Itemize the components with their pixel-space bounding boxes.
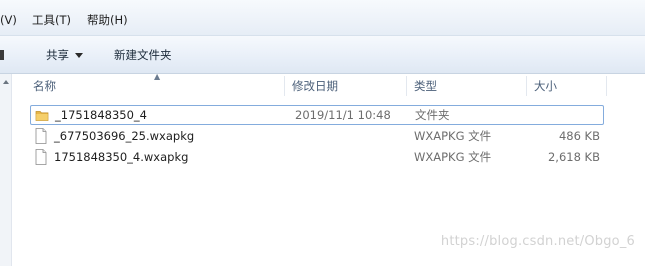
file-size: 2,618 KB (547, 150, 600, 164)
watermark: https://blog.csdn.net/Obgo_6 (440, 234, 635, 249)
column-divider[interactable] (606, 76, 607, 96)
column-divider[interactable] (284, 76, 285, 96)
share-button[interactable]: 共享 (46, 46, 83, 64)
chevron-down-icon (75, 53, 83, 58)
file-type: WXAPKG 文件 (414, 150, 492, 164)
file-name: 1751848350_4.wxapkg (54, 150, 189, 164)
scroll-up-arrow-icon[interactable] (3, 80, 9, 84)
new-folder-button[interactable]: 新建文件夹 (114, 46, 172, 64)
menu-bar: (V) 工具(T) 帮助(H) (0, 0, 645, 36)
menu-tools[interactable]: 工具(T) (32, 11, 71, 29)
column-divider[interactable] (406, 76, 407, 96)
file-date: 2019/11/1 10:48 (295, 108, 391, 122)
column-header-type[interactable]: 类型 (414, 74, 437, 98)
file-row[interactable]: _1751848350_4 2019/11/1 10:48 文件夹 (30, 105, 604, 125)
menu-help[interactable]: 帮助(H) (87, 11, 128, 29)
menu-view[interactable]: (V) (0, 11, 17, 29)
navigation-scrollbar[interactable] (0, 74, 12, 266)
file-type: 文件夹 (415, 108, 450, 122)
file-size: 486 KB (558, 129, 600, 143)
column-header-date[interactable]: 修改日期 (292, 74, 338, 98)
file-name: _1751848350_4 (55, 108, 147, 122)
column-header-name[interactable]: 名称 (33, 74, 56, 98)
file-type: WXAPKG 文件 (414, 129, 492, 143)
column-header-row: ▲ 名称 修改日期 类型 大小 (12, 72, 645, 98)
sort-ascending-icon: ▲ (154, 72, 161, 81)
file-name: _677503696_25.wxapkg (54, 129, 195, 143)
file-icon (34, 149, 48, 171)
folder-icon (35, 108, 49, 127)
file-row[interactable]: _677503696_25.wxapkg WXAPKG 文件 486 KB (30, 126, 604, 146)
column-header-size[interactable]: 大小 (534, 74, 557, 98)
left-dropdown-stub[interactable] (0, 50, 4, 60)
share-button-label: 共享 (46, 48, 69, 62)
file-row[interactable]: 1751848350_4.wxapkg WXAPKG 文件 2,618 KB (30, 147, 604, 167)
command-bar: 共享 新建文件夹 (0, 36, 645, 74)
column-divider[interactable] (526, 76, 527, 96)
